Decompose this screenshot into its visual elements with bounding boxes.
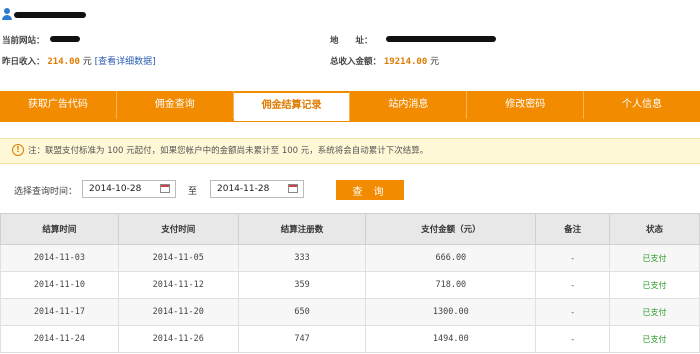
payment-notice: ! 注：联盟支付标准为 100 元起付，如果您帐户中的金额尚未累计至 100 元，…	[0, 138, 700, 164]
tab-settlement-records[interactable]: 佣金结算记录	[233, 91, 351, 121]
registrations-cell: 650	[237, 298, 367, 326]
registrations-cell: 333	[237, 244, 367, 272]
table-row: 2014-11-17 2014-11-20 650 1300.00 - 已支付	[0, 298, 700, 326]
redacted-username	[14, 12, 86, 18]
status-cell: 已支付	[609, 244, 700, 272]
tab-change-password[interactable]: 修改密码	[467, 91, 585, 119]
remark-cell: -	[535, 298, 611, 326]
yesterday-income: 昨日收入： 214.00 元 [查看详细数据]	[2, 54, 156, 67]
tab-personal-info[interactable]: 个人信息	[584, 91, 700, 119]
settle-time-cell: 2014-11-17	[0, 298, 119, 326]
amount-cell: 666.00	[365, 244, 537, 272]
registrations-cell: 747	[237, 325, 367, 353]
amount-cell: 1300.00	[365, 298, 537, 326]
user-icon	[2, 8, 12, 20]
col-remark: 备注	[535, 213, 611, 245]
view-details-link[interactable]: [查看详细数据]	[95, 57, 156, 67]
total-income: 总收入金额： 19214.00 元	[330, 54, 439, 67]
table-row: 2014-11-03 2014-11-05 333 666.00 - 已支付	[0, 244, 700, 272]
remark-cell: -	[535, 271, 611, 299]
total-value: 19214.00	[383, 57, 428, 67]
settlement-table: 结算时间 支付时间 结算注册数 支付金额（元） 备注 状态 2014-11-03…	[0, 213, 700, 353]
warning-icon: !	[12, 143, 24, 156]
pay-time-cell: 2014-11-05	[117, 244, 239, 272]
site-label: 当前网站：	[2, 36, 45, 46]
col-amount: 支付金额（元）	[365, 213, 537, 245]
calendar-icon[interactable]	[288, 184, 298, 193]
settle-time-cell: 2014-11-24	[0, 325, 119, 353]
tab-get-ad-code[interactable]: 获取广告代码	[0, 91, 117, 119]
yesterday-label: 昨日收入：	[2, 57, 45, 67]
start-date-input[interactable]: 2014-10-28	[82, 180, 176, 198]
yesterday-unit: 元	[82, 57, 92, 67]
redacted-address	[386, 36, 496, 42]
registrations-cell: 359	[237, 271, 367, 299]
filter-label: 选择查询时间：	[14, 187, 78, 197]
remark-cell: -	[535, 325, 611, 353]
settle-time-cell: 2014-11-03	[0, 244, 119, 272]
yesterday-value: 214.00	[47, 57, 80, 67]
calendar-icon[interactable]	[160, 184, 170, 193]
pay-time-cell: 2014-11-12	[117, 271, 239, 299]
status-cell: 已支付	[609, 271, 700, 299]
amount-cell: 718.00	[365, 271, 537, 299]
status-cell: 已支付	[609, 325, 700, 353]
table-header-row: 结算时间 支付时间 结算注册数 支付金额（元） 备注 状态	[0, 213, 700, 245]
tab-messages[interactable]: 站内消息	[350, 91, 468, 119]
end-date-value: 2014-11-28	[217, 184, 270, 194]
col-status: 状态	[609, 213, 700, 245]
pay-time-cell: 2014-11-20	[117, 298, 239, 326]
notice-text: 注：联盟支付标准为 100 元起付，如果您帐户中的金额尚未累计至 100 元，系…	[28, 146, 429, 156]
total-label: 总收入金额：	[330, 57, 382, 67]
main-tabs: 获取广告代码 佣金查询 佣金结算记录 站内消息 修改密码 个人信息	[0, 91, 700, 122]
query-button[interactable]: 查 询	[336, 180, 404, 200]
address-label: 地 址：	[330, 36, 373, 46]
total-unit: 元	[430, 57, 440, 67]
table-row: 2014-11-10 2014-11-12 359 718.00 - 已支付	[0, 271, 700, 299]
col-registrations: 结算注册数	[237, 213, 367, 245]
end-date-input[interactable]: 2014-11-28	[210, 180, 304, 198]
amount-cell: 1494.00	[365, 325, 537, 353]
col-settle-time: 结算时间	[0, 213, 119, 245]
table-row: 2014-11-24 2014-11-26 747 1494.00 - 已支付	[0, 325, 700, 353]
col-pay-time: 支付时间	[117, 213, 239, 245]
remark-cell: -	[535, 244, 611, 272]
status-cell: 已支付	[609, 298, 700, 326]
date-separator: 至	[188, 187, 198, 197]
start-date-value: 2014-10-28	[89, 184, 142, 194]
redacted-site	[50, 36, 80, 42]
tab-commission-query[interactable]: 佣金查询	[117, 91, 234, 119]
settle-time-cell: 2014-11-10	[0, 271, 119, 299]
pay-time-cell: 2014-11-26	[117, 325, 239, 353]
